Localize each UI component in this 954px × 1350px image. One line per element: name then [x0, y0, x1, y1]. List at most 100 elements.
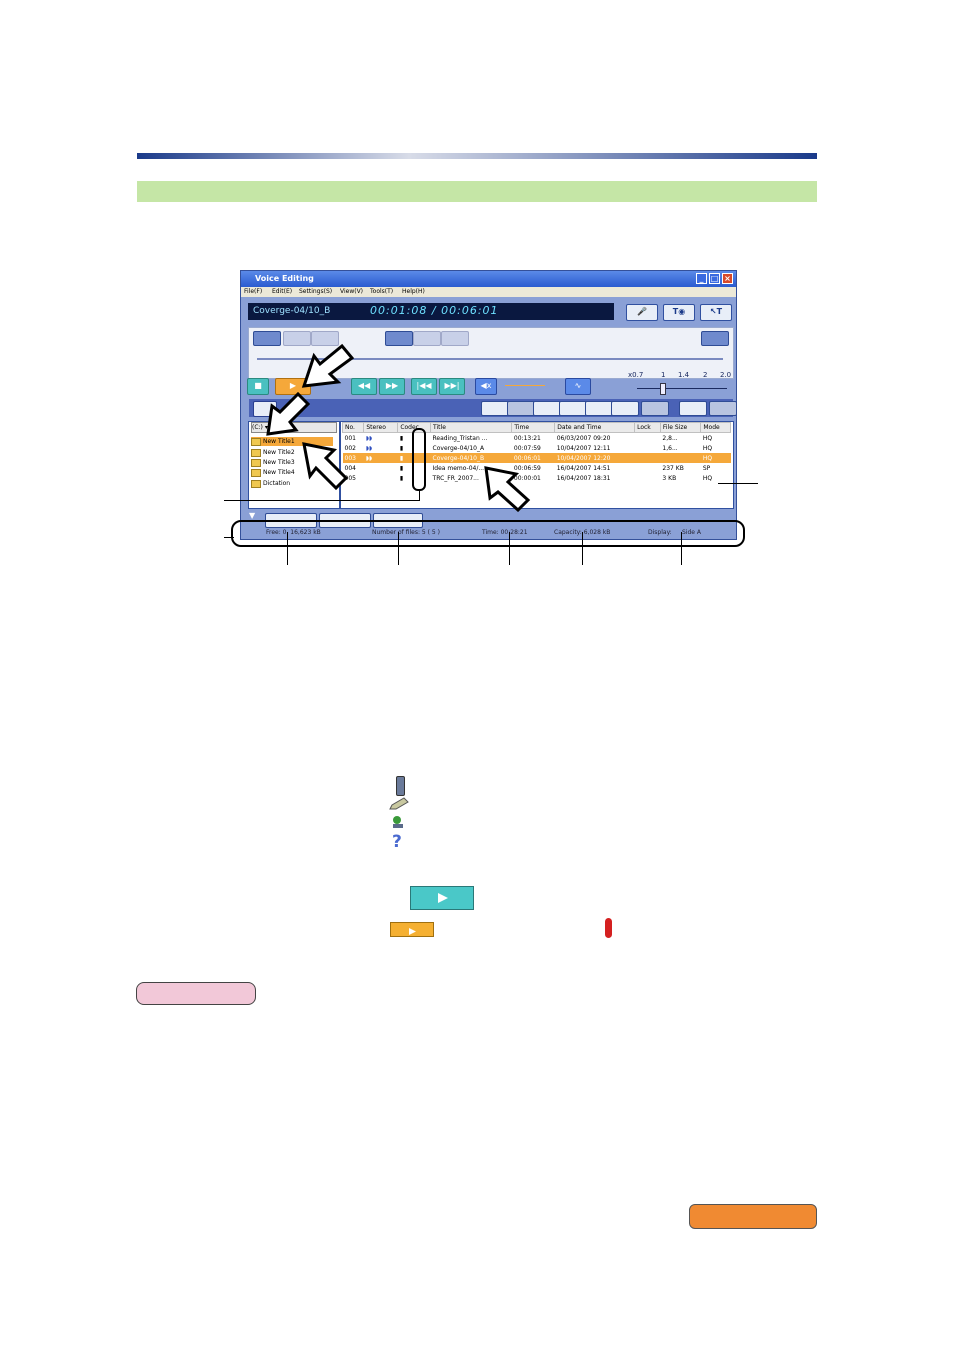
remove-index-icon	[413, 331, 441, 346]
column-header[interactable]: No.	[341, 422, 365, 433]
menu-settings[interactable]: Settings(S)	[299, 287, 332, 297]
folder-label: New Title4	[263, 469, 295, 476]
delete-icon[interactable]	[585, 401, 613, 416]
warning-indicator-icon	[605, 918, 612, 938]
row-lock	[635, 443, 661, 453]
pen-icon	[389, 797, 409, 810]
leader-line	[287, 532, 288, 565]
repeat-icon[interactable]	[253, 331, 281, 346]
transfer-icon[interactable]: T◉	[663, 304, 695, 321]
leader-line	[398, 532, 399, 565]
join-icon[interactable]	[679, 401, 707, 416]
elapsed-time: 00:01:08	[370, 304, 428, 317]
column-header[interactable]: Mode	[700, 422, 731, 433]
close-icon[interactable]: ×	[722, 273, 733, 284]
column-header[interactable]: Title	[430, 422, 513, 433]
menu-edit[interactable]: Edit(E)	[272, 287, 292, 297]
folder-icon	[251, 468, 261, 477]
row-size	[660, 453, 701, 463]
add-index-icon[interactable]	[385, 331, 413, 346]
row-date: 10/04/2007 12:20	[554, 453, 635, 463]
column-header[interactable]: File Size	[659, 422, 702, 433]
leader-line	[582, 532, 583, 565]
column-header[interactable]: Date and Time	[554, 422, 636, 433]
menu-bar: File(F) Edit(E) Settings(S) View(V) Tool…	[241, 287, 736, 297]
list-toolbar	[249, 399, 737, 417]
time-readout: 00:01:08 / 00:06:01	[370, 304, 499, 317]
volume-slider[interactable]	[505, 385, 545, 386]
paste-icon	[507, 401, 535, 416]
pointer-arrow-icon	[484, 466, 531, 512]
codec-callout-ring	[412, 428, 426, 491]
stereo-icon: ◗◗	[365, 434, 373, 442]
folder-label: Dictation	[263, 480, 291, 487]
row-mode: HQ	[702, 444, 713, 452]
row-size: 3 KB	[662, 474, 677, 482]
minimize-icon[interactable]: _	[696, 273, 707, 284]
note-label-badge	[136, 982, 256, 1005]
row-mode: HQ	[702, 474, 713, 482]
recorder-icon	[396, 776, 405, 796]
menu-tools[interactable]: Tools(T)	[370, 287, 393, 297]
leader-line	[718, 483, 758, 484]
folder-icon	[251, 479, 261, 488]
row-lock	[635, 473, 661, 483]
pointer-arrow-icon	[266, 391, 311, 436]
menu-help[interactable]: Help(H)	[402, 287, 425, 297]
folder-item[interactable]: Dictation	[251, 479, 290, 488]
folder-icon	[251, 437, 261, 446]
menu-view[interactable]: View(V)	[340, 287, 363, 297]
next-index-button[interactable]: ▶▶|	[439, 378, 465, 395]
table-row[interactable]: 001 ◗◗ ▮ Reading_Tristan ... 00:13:21 06…	[343, 433, 731, 444]
speed-label: 1	[661, 371, 666, 379]
computer-icon	[393, 816, 403, 828]
table-row[interactable]: 002 ◗◗ ▮ Coverge-04/10_A 00:07:59 10/04/…	[343, 443, 731, 453]
row-date: 16/04/2007 14:51	[556, 464, 611, 472]
folder-item[interactable]: New Title3	[251, 458, 295, 467]
move-icon[interactable]	[533, 401, 561, 416]
leader-line	[681, 532, 682, 565]
row-date: 10/04/2007 12:11	[556, 444, 611, 452]
new-folder-icon[interactable]	[559, 401, 587, 416]
folder-item[interactable]: New Title4	[251, 468, 295, 477]
header-rule	[137, 153, 817, 159]
folder-label: New Title3	[263, 459, 295, 466]
status-callout-ring	[231, 520, 745, 547]
menu-file[interactable]: File(F)	[244, 287, 262, 297]
unknown-icon: ?	[392, 832, 402, 852]
pointer-arrow-icon	[301, 343, 355, 388]
total-time: 00:06:01	[441, 304, 499, 317]
previous-index-button[interactable]: |◀◀	[411, 378, 437, 395]
fast-forward-button[interactable]: ▶▶	[379, 378, 405, 395]
folder-icon	[251, 458, 261, 467]
row-size: 2,8...	[662, 434, 678, 442]
record-icon[interactable]: 🎤	[626, 304, 658, 321]
speed-slider[interactable]	[637, 388, 727, 389]
copy-icon[interactable]	[481, 401, 509, 416]
file-table: No. Stereo Codec Title Time Date and Tim…	[341, 422, 731, 483]
column-header[interactable]: Lock	[634, 422, 661, 433]
row-title: Coverge-04/10_B	[430, 453, 512, 463]
table-row[interactable]: 004 ▮ Idea memo-04/... 00:06:59 16/04/20…	[343, 463, 731, 473]
row-title: Reading_Tristan ...	[432, 434, 488, 442]
title-icon	[709, 401, 737, 416]
folder-item[interactable]: New Title2	[251, 448, 295, 457]
edit-text-icon[interactable]: ↖T	[700, 304, 732, 321]
table-row-selected[interactable]: 003 ◗◗ ▮ Coverge-04/10_B 00:06:01 10/04/…	[342, 453, 731, 463]
pointer-arrow-icon	[302, 442, 349, 491]
column-header[interactable]: Stereo	[363, 422, 399, 433]
row-title: Coverge-04/10_A	[432, 444, 485, 452]
undo-icon[interactable]	[611, 401, 639, 416]
volume-icon[interactable]: ◀x	[475, 378, 497, 395]
row-time: 00:07:59	[513, 444, 541, 452]
clear-index-icon	[441, 331, 469, 346]
column-header[interactable]: Time	[511, 422, 556, 433]
speed-label: 2	[703, 371, 708, 379]
divide-icon	[641, 401, 669, 416]
speed-slider-handle[interactable]	[660, 383, 666, 395]
table-row[interactable]: 005 ▮ TRC_FR_2007... 00:00:01 16/04/2007…	[343, 473, 731, 483]
maximize-icon[interactable]: □	[709, 273, 720, 284]
noise-cancel-icon[interactable]: ∿	[565, 378, 591, 395]
stereo-icon	[364, 463, 398, 473]
split-view-icon[interactable]	[701, 331, 729, 346]
